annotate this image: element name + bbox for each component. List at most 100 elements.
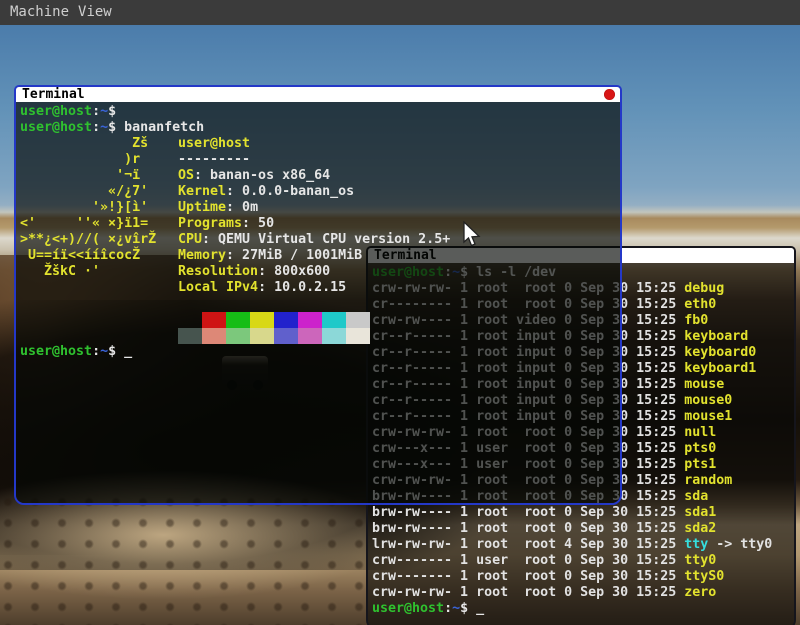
prompt-tilde: ~ (100, 344, 108, 359)
file-name: fb0 (684, 313, 708, 328)
file-name: mouse1 (684, 409, 732, 424)
file-meta: lrw-rw-rw- 1 root root 4 Sep 30 15:25 (372, 537, 684, 552)
prompt-tilde: ~ (100, 104, 108, 119)
fetch-label: Memory (178, 248, 226, 263)
fetch-label: Local IPv4 (178, 280, 258, 295)
palette-swatch (274, 312, 298, 328)
fetch-label: Resolution (178, 264, 258, 279)
fetch-value: : 50 (242, 216, 274, 231)
fetch-line: <' ''« ×}ï1=Programs: 50 (20, 216, 616, 232)
fetch-label: user@host (178, 136, 250, 151)
file-name: eth0 (684, 297, 716, 312)
ascii-art: Zš (20, 136, 178, 152)
file-name: zero (684, 585, 716, 600)
fetch-line: «/¿7'Kernel: 0.0.0-banan_os (20, 184, 616, 200)
command-text (116, 344, 124, 359)
prompt-colon: : (444, 601, 452, 616)
palette-swatch (298, 312, 322, 328)
ascii-art: '¬ï (20, 168, 178, 184)
fetch-label: CPU (178, 232, 202, 247)
palette-swatch (226, 328, 250, 344)
ascii-art: >**¿<+)//( ×¿vîrŽ (20, 232, 178, 248)
fetch-line: '»!}[ì'Uptime: 0m (20, 200, 616, 216)
file-name: pts0 (684, 441, 716, 456)
ls-row: brw-rw---- 1 root root 0 Sep 30 15:25 sd… (372, 505, 790, 521)
blank-line (20, 296, 616, 312)
palette-swatch (202, 328, 226, 344)
terminal-window-1[interactable]: Terminal user@host:~$ user@host:~$ banan… (14, 85, 622, 505)
fetch-value: : 0m (226, 200, 258, 215)
prompt-tilde: ~ (100, 120, 108, 135)
command-text: bananfetch (116, 120, 204, 135)
prompt-dollar: $ (108, 104, 116, 119)
palette-swatch (250, 312, 274, 328)
file-name: ttyS0 (684, 569, 724, 584)
menu-view[interactable]: View (78, 0, 112, 25)
prompt-colon: : (92, 120, 100, 135)
menu-machine[interactable]: Machine (10, 0, 69, 25)
fetch-line: )r--------- (20, 152, 616, 168)
palette-swatch (322, 328, 346, 344)
command-text (468, 601, 476, 616)
fetch-value: : 800x600 (258, 264, 330, 279)
ascii-art: '»!}[ì' (20, 200, 178, 216)
vm-screen: Machine View Terminal user@host:~$ ls -l… (0, 0, 800, 625)
palette-swatch (274, 328, 298, 344)
fetch-label: Uptime (178, 200, 226, 215)
prompt-dollar: $ (108, 120, 116, 135)
file-name: keyboard0 (684, 345, 756, 360)
file-name: mouse (684, 377, 724, 392)
terminal-1-title: Terminal (22, 87, 85, 102)
palette-swatch (298, 328, 322, 344)
text-cursor: _ (124, 344, 132, 359)
prompt-line: user@host:~$ _ (20, 344, 616, 360)
vm-menubar: Machine View (0, 0, 800, 25)
ls-row: brw-rw---- 1 root root 0 Sep 30 15:25 sd… (372, 521, 790, 537)
file-meta: brw-rw---- 1 root root 0 Sep 30 15:25 (372, 505, 684, 520)
terminal-line: user@host:~$ bananfetch (20, 120, 616, 136)
palette-swatch (346, 312, 370, 328)
palette-swatch (346, 328, 370, 344)
fetch-value: : 27MiB / 1001MiB (226, 248, 362, 263)
fetch-value: : 10.0.2.15 (258, 280, 346, 295)
terminal-1-titlebar[interactable]: Terminal (16, 87, 620, 102)
fetch-line: >**¿<+)//( ×¿vîrŽCPU: QEMU Virtual CPU v… (20, 232, 616, 248)
symlink-target: -> tty0 (708, 537, 772, 552)
fetch-value: --------- (178, 152, 250, 167)
prompt-user: user@host (372, 601, 444, 616)
palette-swatch (202, 312, 226, 328)
wallpaper-pebbles (0, 495, 380, 625)
ascii-art: U==íï<<ííîcocŽ (20, 248, 178, 264)
fetch-value: : QEMU Virtual CPU version 2.5+ (202, 232, 450, 247)
file-name: pts1 (684, 457, 716, 472)
file-name: sda (684, 489, 708, 504)
file-name: random (684, 473, 732, 488)
ascii-art: «/¿7' (20, 184, 178, 200)
terminal-1-output[interactable]: user@host:~$ user@host:~$ bananfetch Zšu… (16, 102, 620, 503)
palette-swatch (226, 312, 250, 328)
fetch-line: '¬ïOS: banan-os x86_64 (20, 168, 616, 184)
file-name: keyboard (684, 329, 748, 344)
fetch-line: Local IPv4: 10.0.2.15 (20, 280, 616, 296)
prompt-dollar: $ (108, 344, 116, 359)
file-meta: crw------- 1 root root 0 Sep 30 15:25 (372, 569, 684, 584)
mouse-pointer-icon (463, 221, 483, 251)
file-name: tty0 (684, 553, 716, 568)
fetch-value: : 0.0.0-banan_os (226, 184, 354, 199)
file-name: keyboard1 (684, 361, 756, 376)
fetch-label: Programs (178, 216, 242, 231)
prompt-user: user@host (20, 120, 92, 135)
ls-row: crw------- 1 user root 0 Sep 30 15:25 tt… (372, 553, 790, 569)
fetch-line: U==íï<<ííîcocŽMemory: 27MiB / 1001MiB (20, 248, 616, 264)
prompt-dollar: $ (460, 601, 468, 616)
text-cursor: _ (476, 601, 484, 616)
close-button-icon[interactable] (604, 89, 615, 100)
prompt-tilde: ~ (452, 601, 460, 616)
file-meta: crw-rw-rw- 1 root root 0 Sep 30 15:25 (372, 585, 684, 600)
file-name: tty (684, 537, 708, 552)
fetch-label: OS (178, 168, 194, 183)
palette-swatch (178, 312, 202, 328)
ls-row: crw-rw-rw- 1 root root 0 Sep 30 15:25 ze… (372, 585, 790, 601)
prompt-user: user@host (20, 344, 92, 359)
palette-swatch (178, 328, 202, 344)
